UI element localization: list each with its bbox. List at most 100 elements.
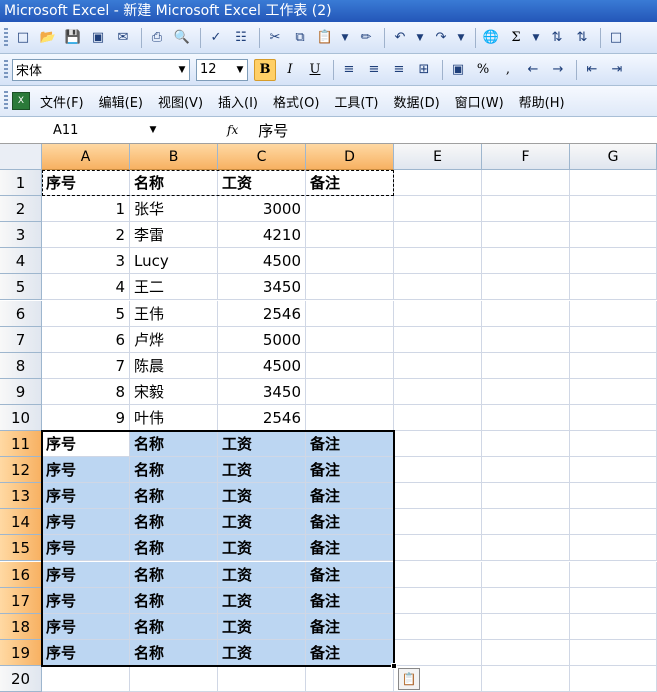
font-name-select[interactable]: 宋体 ▼ — [12, 58, 190, 81]
new-icon[interactable]: □ — [12, 27, 34, 49]
fill-handle[interactable] — [391, 662, 397, 669]
cell-b13[interactable]: 名称 — [130, 483, 218, 510]
cell-f17[interactable] — [482, 587, 570, 614]
column-header-f[interactable]: F — [482, 144, 570, 170]
cell-b14[interactable]: 名称 — [130, 509, 218, 536]
chevron-down-icon[interactable]: ▼ — [175, 60, 189, 80]
row-header-1[interactable]: 1 — [0, 170, 42, 197]
cell-d5[interactable] — [306, 274, 394, 301]
row-header-10[interactable]: 10 — [0, 404, 42, 431]
cell-d20[interactable] — [306, 665, 394, 692]
toolbar-grip[interactable] — [4, 27, 8, 48]
cell-g9[interactable] — [570, 378, 657, 405]
row-header-4[interactable]: 4 — [0, 248, 42, 275]
paste-icon[interactable]: 📋 — [314, 27, 336, 49]
menu-window[interactable]: 窗口(W) — [455, 92, 504, 111]
menu-insert[interactable]: 插入(I) — [218, 92, 258, 111]
cut-icon[interactable]: ✂ — [264, 27, 286, 49]
menu-data[interactable]: 数据(D) — [394, 92, 440, 111]
cell-c12[interactable]: 工资 — [218, 457, 306, 484]
cell-c17[interactable]: 工资 — [218, 587, 306, 614]
cell-a12[interactable]: 序号 — [42, 457, 130, 484]
cell-e4[interactable] — [394, 248, 482, 275]
save-icon[interactable]: 💾 — [62, 27, 84, 49]
cell-a11[interactable]: 序号 — [42, 431, 130, 458]
cell-b2[interactable]: 张华 — [130, 196, 218, 223]
cell-c8[interactable]: 4500 — [218, 352, 306, 379]
underline-button[interactable]: U — [304, 59, 326, 81]
cell-g13[interactable] — [570, 483, 657, 510]
cell-b1[interactable]: 名称 — [130, 170, 218, 197]
cell-g4[interactable] — [570, 248, 657, 275]
cell-f15[interactable] — [482, 535, 570, 562]
cell-d13[interactable]: 备注 — [306, 483, 394, 510]
cell-g15[interactable] — [570, 535, 657, 562]
cell-b18[interactable]: 名称 — [130, 613, 218, 640]
cell-a19[interactable]: 序号 — [42, 639, 130, 666]
cell-d16[interactable]: 备注 — [306, 561, 394, 588]
cell-a6[interactable]: 5 — [42, 300, 130, 327]
cell-f13[interactable] — [482, 483, 570, 510]
cell-b11[interactable]: 名称 — [130, 431, 218, 458]
cell-c13[interactable]: 工资 — [218, 483, 306, 510]
cell-c1[interactable]: 工资 — [218, 170, 306, 197]
column-header-a[interactable]: A — [42, 144, 130, 170]
cell-e11[interactable] — [394, 431, 482, 458]
cell-e1[interactable] — [394, 170, 482, 197]
align-left-icon[interactable]: ≡ — [338, 59, 360, 81]
currency-icon[interactable]: ▣ — [447, 59, 469, 81]
cell-e2[interactable] — [394, 196, 482, 223]
cell-d3[interactable] — [306, 222, 394, 249]
column-header-g[interactable]: G — [570, 144, 657, 170]
cell-f10[interactable] — [482, 404, 570, 431]
cell-a15[interactable]: 序号 — [42, 535, 130, 562]
row-header-19[interactable]: 19 — [0, 639, 42, 666]
excel-app-icon[interactable]: X — [12, 92, 30, 110]
cell-e10[interactable] — [394, 404, 482, 431]
cell-e14[interactable] — [394, 509, 482, 536]
cell-e17[interactable] — [394, 587, 482, 614]
format-painter-icon[interactable]: ✏ — [355, 27, 377, 49]
chevron-down-icon[interactable]: ▼ — [145, 119, 161, 141]
column-header-b[interactable]: B — [130, 144, 218, 170]
row-header-12[interactable]: 12 — [0, 457, 42, 484]
cell-f19[interactable] — [482, 639, 570, 666]
research-icon[interactable]: ☷ — [230, 27, 252, 49]
cell-b12[interactable]: 名称 — [130, 457, 218, 484]
decrease-indent-icon[interactable]: ⇤ — [581, 59, 603, 81]
cell-b4[interactable]: Lucy — [130, 248, 218, 275]
menu-view[interactable]: 视图(V) — [158, 92, 203, 111]
cell-a20[interactable] — [42, 665, 130, 692]
cell-a8[interactable]: 7 — [42, 352, 130, 379]
cell-f3[interactable] — [482, 222, 570, 249]
cell-d9[interactable] — [306, 378, 394, 405]
cell-c2[interactable]: 3000 — [218, 196, 306, 223]
cell-d7[interactable] — [306, 326, 394, 353]
cell-e13[interactable] — [394, 483, 482, 510]
row-header-6[interactable]: 6 — [0, 300, 42, 327]
cell-e16[interactable] — [394, 561, 482, 588]
paste-dropdown-icon[interactable]: ▼ — [339, 27, 351, 49]
cell-e12[interactable] — [394, 457, 482, 484]
cell-e7[interactable] — [394, 326, 482, 353]
row-header-7[interactable]: 7 — [0, 326, 42, 353]
cell-g8[interactable] — [570, 352, 657, 379]
cell-g18[interactable] — [570, 613, 657, 640]
row-header-11[interactable]: 11 — [0, 431, 42, 458]
formula-input[interactable]: 序号 — [258, 120, 288, 141]
cell-c10[interactable]: 2546 — [218, 404, 306, 431]
cell-f7[interactable] — [482, 326, 570, 353]
cell-d6[interactable] — [306, 300, 394, 327]
cell-g19[interactable] — [570, 639, 657, 666]
decrease-decimal-icon[interactable]: → — [547, 59, 569, 81]
cell-b20[interactable] — [130, 665, 218, 692]
cell-g20[interactable] — [570, 665, 657, 692]
row-header-2[interactable]: 2 — [0, 196, 42, 223]
cell-b17[interactable]: 名称 — [130, 587, 218, 614]
cell-e9[interactable] — [394, 378, 482, 405]
menu-tools[interactable]: 工具(T) — [334, 92, 378, 111]
row-header-15[interactable]: 15 — [0, 535, 42, 562]
name-box[interactable]: A11 — [3, 119, 141, 141]
cell-f6[interactable] — [482, 300, 570, 327]
menu-file[interactable]: 文件(F) — [40, 92, 84, 111]
